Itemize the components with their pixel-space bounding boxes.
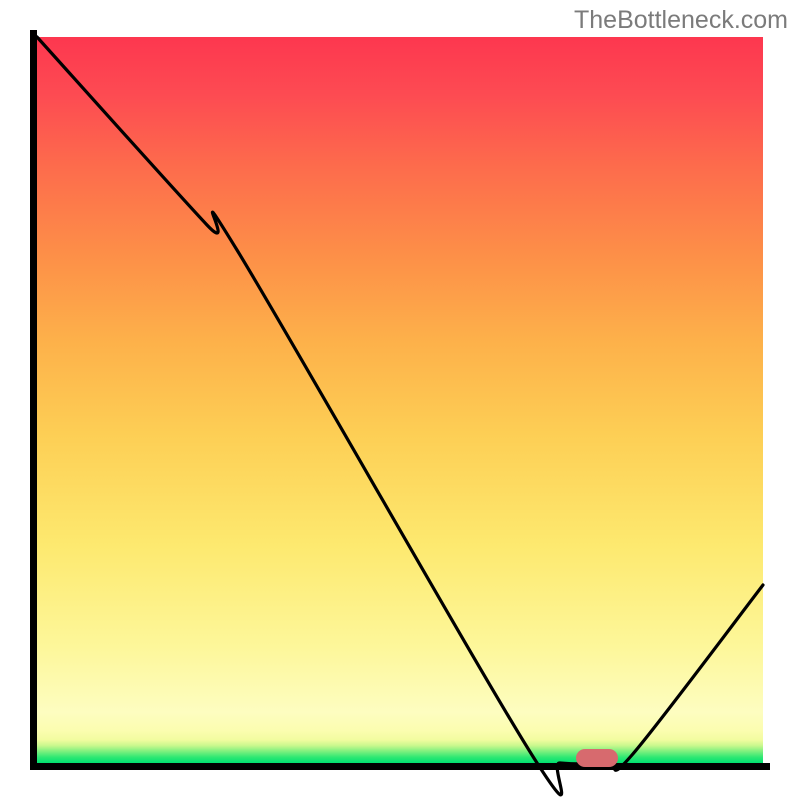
chart-stage: TheBottleneck.com — [0, 0, 800, 800]
y-axis-line — [30, 30, 37, 770]
x-axis-line — [30, 763, 770, 770]
plot-gradient-fill — [37, 37, 763, 763]
watermark-text: TheBottleneck.com — [574, 6, 788, 35]
